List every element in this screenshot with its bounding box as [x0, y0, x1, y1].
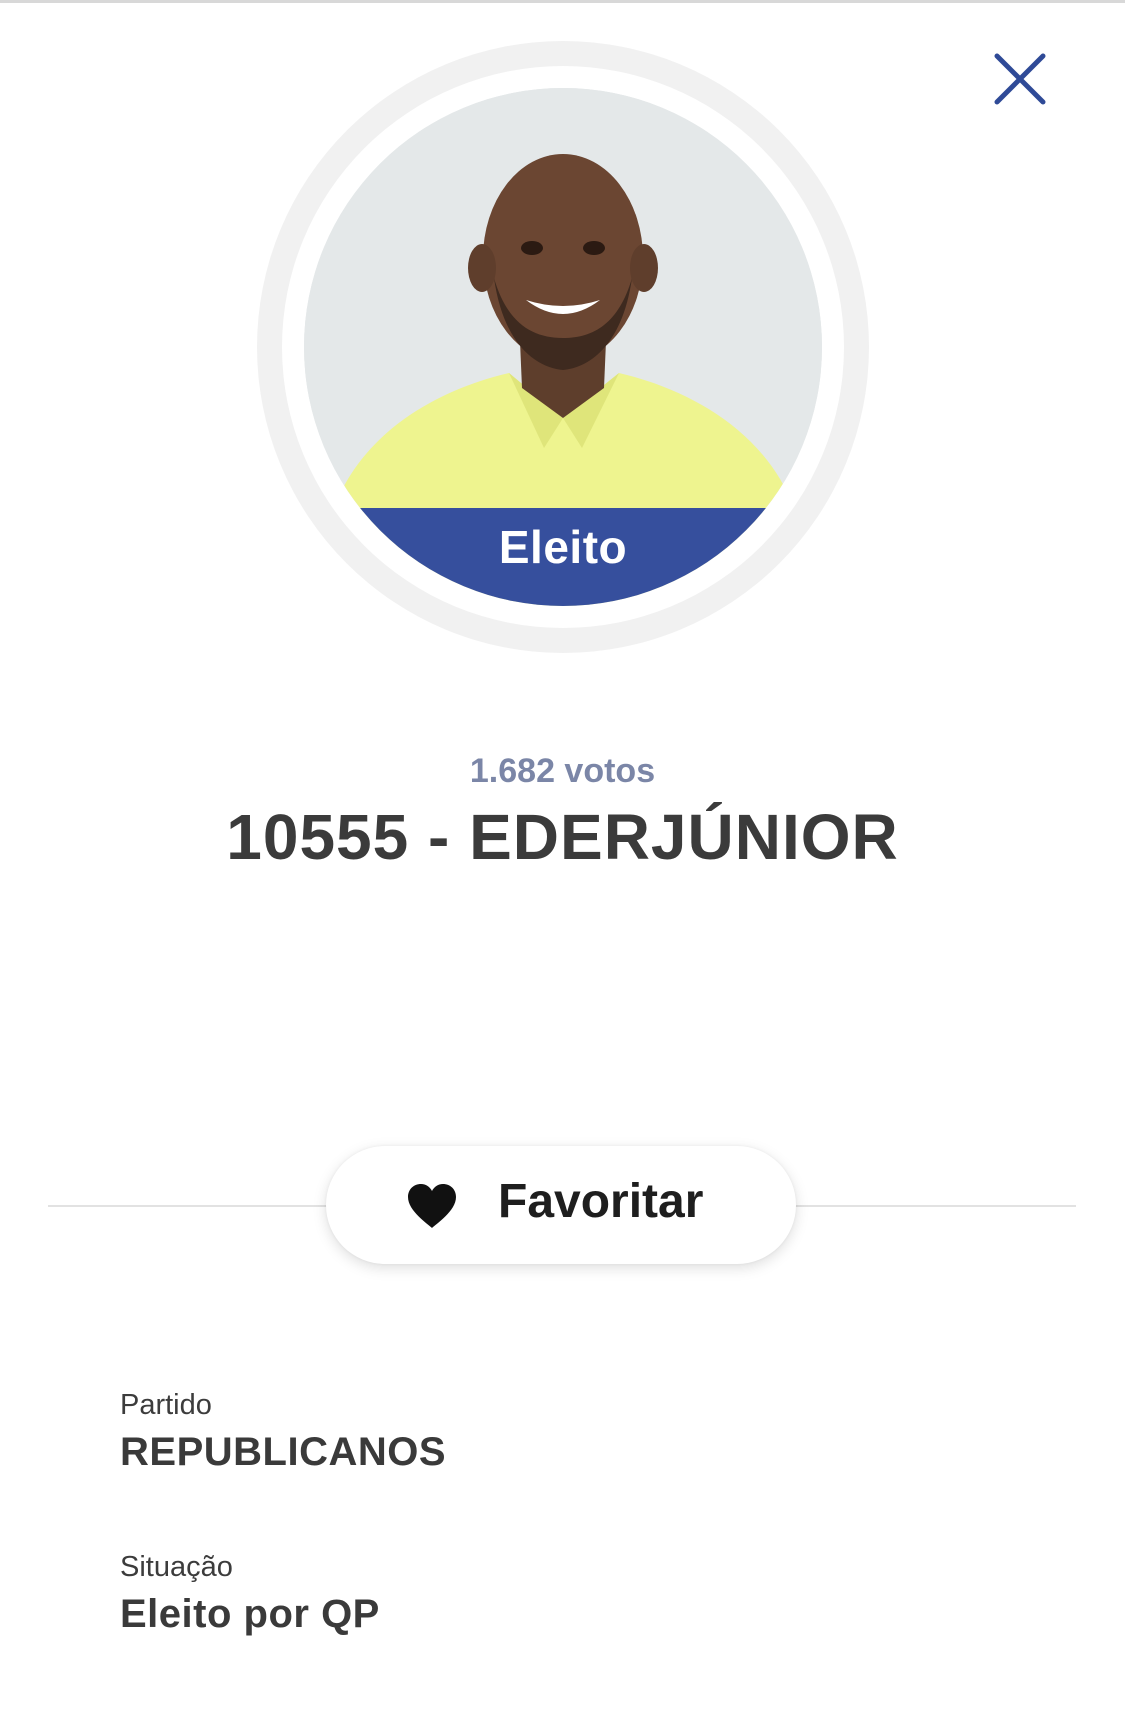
situation-value: Eleito por QP — [120, 1592, 380, 1636]
favorite-button[interactable]: Favoritar — [326, 1146, 796, 1264]
situation-label: Situação — [120, 1551, 233, 1583]
vote-count: 1.682 votos — [469, 752, 656, 790]
close-icon — [994, 53, 1046, 105]
status-badge: Eleito — [304, 508, 822, 606]
close-button[interactable] — [985, 44, 1055, 114]
candidate-avatar: Eleito — [304, 88, 822, 606]
top-divider — [0, 0, 1125, 3]
status-badge-label: Eleito — [498, 521, 628, 573]
candidate-title: 10555 - EDERJÚNIOR — [226, 801, 899, 873]
party-value: REPUBLICANOS — [120, 1430, 447, 1474]
favorite-button-label: Favoritar — [498, 1175, 704, 1228]
party-label: Partido — [120, 1389, 212, 1421]
heart-icon — [406, 1183, 458, 1229]
